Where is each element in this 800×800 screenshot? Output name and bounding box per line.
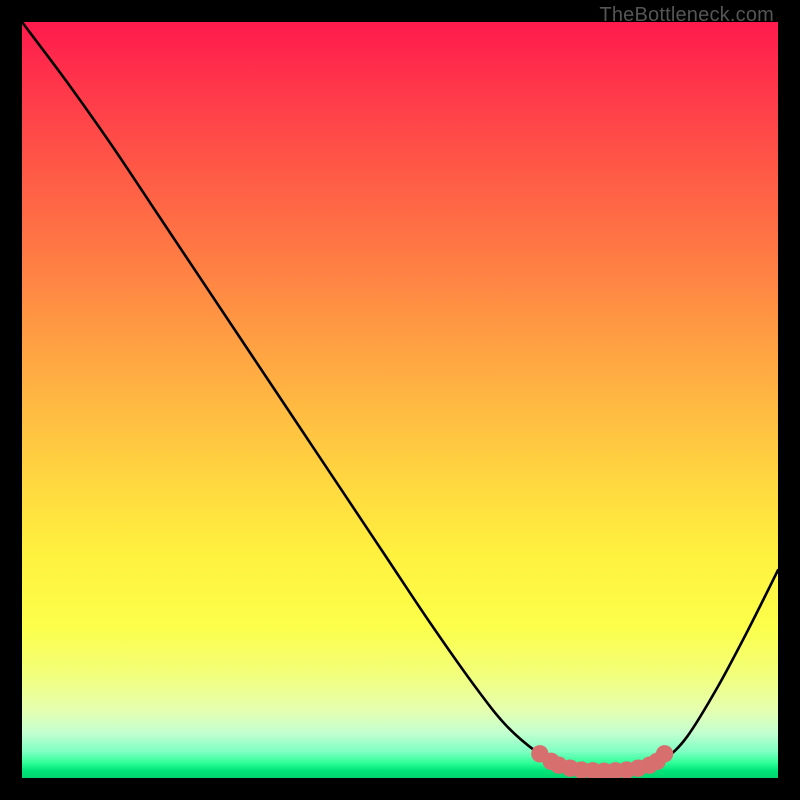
- gradient-background: [22, 22, 778, 778]
- chart-frame: [22, 22, 778, 778]
